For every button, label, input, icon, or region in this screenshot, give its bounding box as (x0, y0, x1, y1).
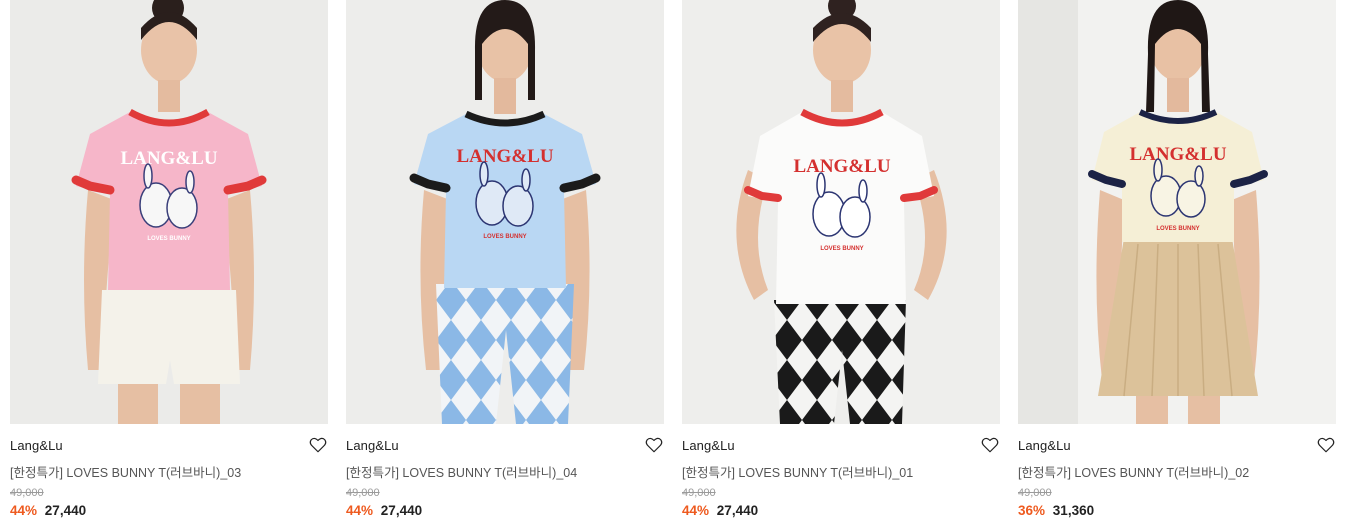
discount-rate: 36% (1018, 503, 1046, 518)
model-photo: LANG&LU LOVES BUNNY (1018, 0, 1336, 424)
discount-rate: 44% (346, 503, 374, 518)
discount-rate: 44% (10, 503, 38, 518)
product-image[interactable]: LANG&LU LOVES BUNNY (10, 0, 328, 424)
heart-outline-icon[interactable] (309, 436, 327, 454)
product-image[interactable]: LANG&LU LOVES BUNNY (346, 0, 664, 424)
brand-name[interactable]: Lang&Lu (682, 438, 735, 453)
model-photo: LANG&LU LOVES BUNNY (10, 0, 328, 424)
product-title[interactable]: [한정특가] LOVES BUNNY T(러브바니)_02 (1018, 462, 1249, 481)
product-image[interactable]: LANG&LU LOVES BUNNY (682, 0, 1000, 424)
model-photo: LANG&LU LOVES BUNNY (346, 0, 664, 424)
brand-row: Lang&Lu (346, 436, 664, 456)
svg-text:LANG&LU: LANG&LU (120, 148, 217, 169)
product-title[interactable]: [한정특가] LOVES BUNNY T(러브바니)_04 (346, 462, 577, 481)
svg-text:LANG&LU: LANG&LU (1129, 144, 1226, 165)
price-row: 36% 31,360 (1018, 503, 1094, 518)
product-card[interactable]: LANG&LU LOVES BUNNY Lang&Lu [한정특가] LOVES… (682, 0, 1000, 525)
product-title[interactable]: [한정특가] LOVES BUNNY T(러브바니)_01 (682, 462, 913, 481)
svg-text:LANG&LU: LANG&LU (793, 156, 890, 177)
original-price: 49,000 (1018, 487, 1052, 499)
brand-name[interactable]: Lang&Lu (346, 438, 399, 453)
brand-row: Lang&Lu (682, 436, 1000, 456)
product-card[interactable]: LANG&LU LOVES BUNNY Lang&Lu [한정특가] LOVES… (1018, 0, 1336, 525)
heart-outline-icon[interactable] (981, 436, 999, 454)
original-price: 49,000 (10, 487, 44, 499)
svg-text:LOVES BUNNY: LOVES BUNNY (147, 236, 190, 242)
heart-outline-icon[interactable] (1317, 436, 1335, 454)
sale-price: 27,440 (380, 503, 423, 518)
product-card[interactable]: LANG&LU LOVES BUNNY Lang&Lu [한정특가] LOVES… (346, 0, 664, 525)
product-grid: LANG&LU LOVES BUNNY Lang&Lu [한정특가] LOVES… (0, 0, 1345, 525)
sale-price: 31,360 (1052, 503, 1095, 518)
model-photo: LANG&LU LOVES BUNNY (682, 0, 1000, 424)
svg-text:LANG&LU: LANG&LU (456, 146, 553, 167)
svg-text:LOVES BUNNY: LOVES BUNNY (483, 234, 526, 240)
product-image[interactable]: LANG&LU LOVES BUNNY (1018, 0, 1336, 424)
product-card[interactable]: LANG&LU LOVES BUNNY Lang&Lu [한정특가] LOVES… (10, 0, 328, 525)
original-price: 49,000 (682, 487, 716, 499)
price-row: 44% 27,440 (10, 503, 86, 518)
product-title[interactable]: [한정특가] LOVES BUNNY T(러브바니)_03 (10, 462, 241, 481)
price-row: 44% 27,440 (346, 503, 422, 518)
brand-row: Lang&Lu (10, 436, 328, 456)
original-price: 49,000 (346, 487, 380, 499)
sale-price: 27,440 (44, 503, 87, 518)
price-row: 44% 27,440 (682, 503, 758, 518)
sale-price: 27,440 (716, 503, 759, 518)
brand-name[interactable]: Lang&Lu (1018, 438, 1071, 453)
discount-rate: 44% (682, 503, 710, 518)
svg-text:LOVES BUNNY: LOVES BUNNY (820, 246, 863, 252)
svg-text:LOVES BUNNY: LOVES BUNNY (1156, 226, 1199, 232)
heart-outline-icon[interactable] (645, 436, 663, 454)
brand-row: Lang&Lu (1018, 436, 1336, 456)
brand-name[interactable]: Lang&Lu (10, 438, 63, 453)
